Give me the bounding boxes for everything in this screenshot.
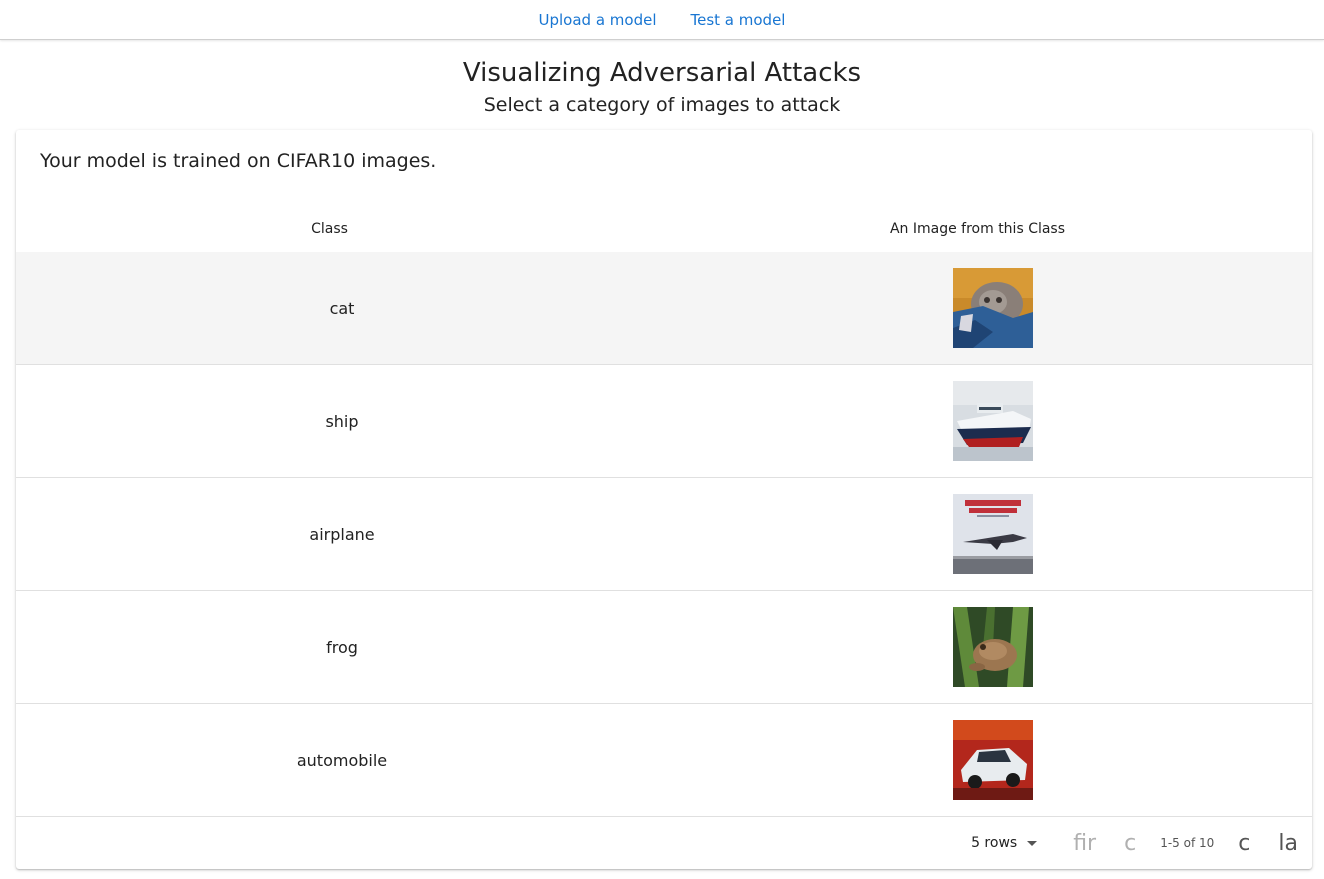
automobile-image[interactable] [953,720,1033,800]
class-name: frog [326,637,358,657]
card-heading: Your model is trained on CIFAR10 images. [40,150,437,172]
page-title: Visualizing Adversarial Attacks [462,58,862,88]
table-row[interactable]: frog [16,591,1312,704]
pagination-footer: 5 rows fir c 1-5 of 10 c la [16,817,1312,869]
top-navigation: Upload a model Test a model [0,0,1324,40]
last-page-button[interactable]: la [1278,831,1298,856]
table-row[interactable]: ship [16,365,1312,478]
table-row[interactable]: airplane [16,478,1312,591]
column-header-class[interactable]: Class [16,221,643,237]
table-row[interactable]: cat [16,252,1312,365]
class-name: airplane [309,524,375,544]
table-header: Class An Image from this Class [16,206,1312,252]
test-model-link[interactable]: Test a model [691,11,786,29]
class-name: ship [325,411,359,431]
first-page-button[interactable]: fir [1073,831,1096,856]
table-body: cat ship airplane frog automobile [16,252,1312,817]
rows-per-page-select[interactable]: 5 rows [971,835,1038,851]
airplane-image[interactable] [953,494,1033,574]
page-range: 1-5 of 10 [1160,836,1215,850]
ship-image[interactable] [953,381,1033,461]
cat-image[interactable] [953,268,1033,348]
page-subtitle: Select a category of images to attack [483,94,841,116]
frog-image[interactable] [953,607,1033,687]
rows-per-page-value: 5 rows [971,835,1018,851]
class-table-card: Your model is trained on CIFAR10 images.… [16,130,1312,869]
column-header-image[interactable]: An Image from this Class [643,221,1312,237]
class-name: automobile [296,750,388,770]
table-row[interactable]: automobile [16,704,1312,817]
caret-down-icon [1027,840,1038,846]
class-name: cat [329,298,355,318]
previous-page-button[interactable]: c [1124,831,1136,856]
upload-model-link[interactable]: Upload a model [539,11,657,29]
next-page-button[interactable]: c [1238,831,1250,856]
